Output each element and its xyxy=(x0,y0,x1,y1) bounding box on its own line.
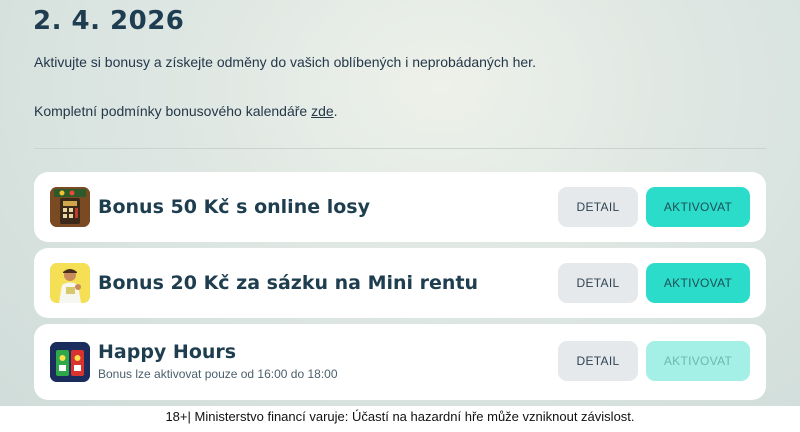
lottery-ticket-icon xyxy=(50,187,90,227)
bonus-title: Bonus 50 Kč s online losy xyxy=(98,196,370,218)
detail-button[interactable]: DETAIL xyxy=(558,263,638,303)
terms-suffix: . xyxy=(333,103,338,119)
bonus-card-happy-hours: Happy Hours Bonus lze aktivovat pouze od… xyxy=(34,324,766,400)
terms-prefix: Kompletní podmínky bonusového kalendáře xyxy=(34,103,312,119)
bonus-subtitle: Bonus lze aktivovat pouze od 16:00 do 18… xyxy=(98,367,338,381)
terms-text: Kompletní podmínky bonusového kalendáře … xyxy=(34,103,338,119)
happy-hours-icon xyxy=(50,342,90,382)
activate-button[interactable]: AKTIVOVAT xyxy=(646,187,750,227)
terms-link[interactable]: zde xyxy=(311,103,334,119)
intro-text: Aktivujte si bonusy a získejte odměny do… xyxy=(34,54,536,70)
bonus-card-online-losy: Bonus 50 Kč s online losy DETAIL AKTIVOV… xyxy=(34,172,766,242)
mini-renta-icon xyxy=(50,263,90,303)
bonus-title: Happy Hours xyxy=(98,341,237,363)
gambling-warning-footer: 18+| Ministerstvo financí varuje: Účastí… xyxy=(0,406,800,432)
divider xyxy=(34,148,766,149)
bonus-title: Bonus 20 Kč za sázku na Mini rentu xyxy=(98,272,479,294)
activate-button[interactable]: AKTIVOVAT xyxy=(646,263,750,303)
detail-button[interactable]: DETAIL xyxy=(558,187,638,227)
calendar-date-heading: 2. 4. 2026 xyxy=(33,6,185,36)
activate-button-disabled[interactable]: AKTIVOVAT xyxy=(646,341,750,381)
detail-button[interactable]: DETAIL xyxy=(558,341,638,381)
bonus-card-mini-renta: Bonus 20 Kč za sázku na Mini rentu DETAI… xyxy=(34,248,766,318)
